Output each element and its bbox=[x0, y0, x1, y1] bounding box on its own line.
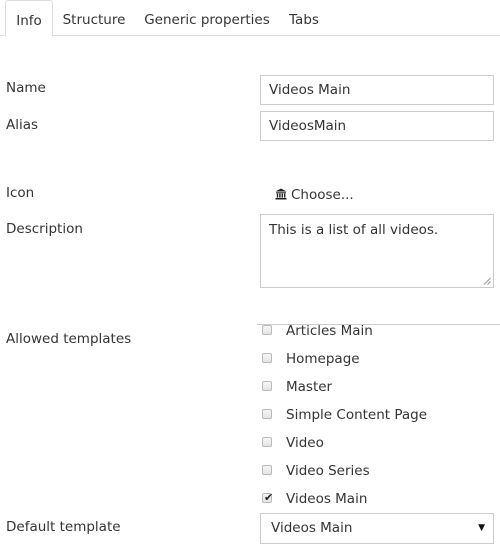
template-checkbox[interactable] bbox=[262, 465, 272, 475]
default-template-label: Default template bbox=[6, 519, 121, 535]
template-row-video-series[interactable]: Video Series bbox=[257, 457, 500, 485]
checkmark-icon: ✔ bbox=[264, 491, 274, 504]
template-row-videos-main[interactable]: ✔ Videos Main bbox=[257, 485, 500, 508]
alias-label: Alias bbox=[6, 117, 39, 133]
resize-grip-icon[interactable] bbox=[483, 277, 491, 285]
tab-tabs[interactable]: Tabs bbox=[282, 0, 326, 36]
template-row-video[interactable]: Video bbox=[257, 429, 500, 457]
template-row-articles-main[interactable]: Articles Main bbox=[257, 324, 500, 345]
tab-generic-properties[interactable]: Generic properties bbox=[138, 0, 276, 36]
template-label: Video bbox=[286, 435, 324, 451]
template-checkbox[interactable] bbox=[262, 353, 272, 363]
tab-info[interactable]: Info bbox=[5, 0, 53, 37]
icon-choose-label: Choose... bbox=[291, 187, 354, 203]
name-label: Name bbox=[6, 80, 46, 96]
icon-label: Icon bbox=[6, 185, 35, 201]
template-label: Video Series bbox=[286, 463, 370, 479]
icon-choose-button[interactable]: Choose... bbox=[275, 185, 354, 205]
tab-structure[interactable]: Structure bbox=[56, 0, 132, 36]
template-row-master[interactable]: Master bbox=[257, 373, 500, 401]
allowed-templates-list[interactable]: Articles Main Homepage Master Simple Con… bbox=[257, 324, 500, 508]
template-row-simple-content-page[interactable]: Simple Content Page bbox=[257, 401, 500, 429]
description-textarea[interactable]: This is a list of all videos. bbox=[260, 214, 494, 288]
template-checkbox[interactable] bbox=[262, 409, 272, 419]
template-label: Simple Content Page bbox=[286, 407, 428, 423]
template-row-homepage[interactable]: Homepage bbox=[257, 345, 500, 373]
template-checkbox-checked[interactable]: ✔ bbox=[262, 491, 274, 504]
dropdown-arrow-icon: ▼ bbox=[478, 523, 485, 533]
building-columns-icon bbox=[275, 188, 287, 200]
template-label: Homepage bbox=[286, 351, 360, 367]
template-label: Master bbox=[286, 379, 333, 395]
allowed-templates-label: Allowed templates bbox=[6, 331, 132, 347]
alias-input[interactable]: VideosMain bbox=[260, 111, 494, 141]
template-label: Articles Main bbox=[286, 324, 373, 339]
template-checkbox[interactable] bbox=[262, 325, 272, 335]
template-checkbox[interactable] bbox=[262, 381, 272, 391]
description-label: Description bbox=[6, 221, 83, 237]
description-text: This is a list of all videos. bbox=[269, 222, 439, 238]
template-label: Videos Main bbox=[286, 491, 368, 507]
template-checkbox[interactable] bbox=[262, 437, 272, 447]
tab-bar: Info Structure Generic properties Tabs bbox=[0, 0, 500, 37]
name-input[interactable]: Videos Main bbox=[260, 75, 494, 105]
default-template-value: Videos Main bbox=[271, 520, 353, 536]
default-template-select[interactable]: Videos Main ▼ bbox=[260, 513, 494, 544]
